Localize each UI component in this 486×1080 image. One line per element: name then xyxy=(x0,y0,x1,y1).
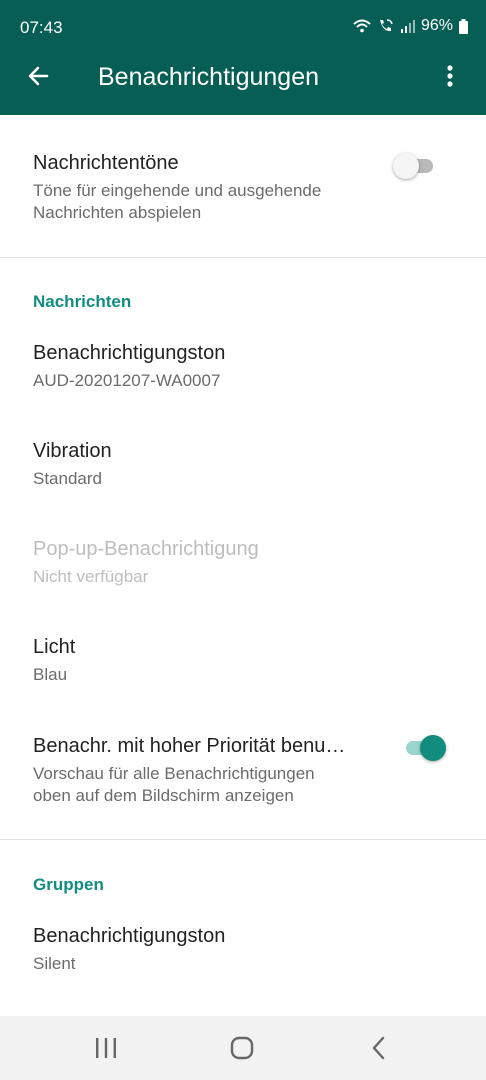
nav-back-button[interactable] xyxy=(363,1034,393,1062)
groups-notification-tone-setting[interactable]: Benachrichtigungston Silent xyxy=(0,913,486,993)
home-button[interactable] xyxy=(227,1034,257,1062)
status-icons: 96% xyxy=(353,17,468,35)
vibration-value: Standard xyxy=(33,469,102,488)
high-priority-setting[interactable]: Benachr. mit hoher Priorität benu… Vorsc… xyxy=(0,723,486,818)
vibration-setting[interactable]: Vibration Standard xyxy=(0,428,486,508)
popup-notification-title: Pop-up-Benachrichtigung xyxy=(33,538,259,560)
conversation-tones-title: Nachrichtentöne xyxy=(33,152,179,174)
wifi-call-icon xyxy=(379,19,393,32)
conversation-tones-subtitle: Töne für eingehende und ausgehende Nachr… xyxy=(33,180,321,224)
status-time: 07:43 xyxy=(20,18,63,37)
status-bar: 07:43 96% xyxy=(0,0,486,40)
conversation-tones-setting[interactable]: Nachrichtentöne Töne für eingehende und … xyxy=(0,140,486,240)
messages-notification-tone-title: Benachrichtigungston xyxy=(33,342,226,364)
recents-icon xyxy=(96,1038,116,1058)
conversation-tones-subtitle-line1: Töne für eingehende und ausgehende xyxy=(33,181,322,200)
section-divider xyxy=(0,257,486,258)
messages-notification-tone-setting[interactable]: Benachrichtigungston AUD-20201207-WA0007 xyxy=(0,330,486,410)
conversation-tones-toggle[interactable] xyxy=(393,152,437,180)
toggle-knob xyxy=(393,153,419,179)
high-priority-subtitle-line1: Vorschau für alle Benachrichtigungen xyxy=(33,764,315,783)
popup-notification-setting: Pop-up-Benachrichtigung Nicht verfügbar xyxy=(0,526,486,606)
arrow-back-icon xyxy=(28,66,49,86)
high-priority-subtitle-line2: oben auf dem Bildschirm anzeigen xyxy=(33,786,294,805)
light-title: Licht xyxy=(33,636,76,658)
nav-back-icon xyxy=(372,1036,385,1060)
back-button[interactable] xyxy=(20,58,56,94)
light-setting[interactable]: Licht Blau xyxy=(0,624,486,704)
battery-percent: 96% xyxy=(420,17,453,34)
groups-notification-tone-title: Benachrichtigungston xyxy=(33,925,226,947)
high-priority-title: Benachr. mit hoher Priorität benu… xyxy=(33,735,346,757)
battery-icon xyxy=(459,18,468,34)
popup-notification-value: Nicht verfügbar xyxy=(33,567,149,586)
groups-section-header: Gruppen xyxy=(33,875,104,894)
more-options-button[interactable] xyxy=(432,58,468,94)
section-divider xyxy=(0,839,486,840)
app-bar: Benachrichtigungen xyxy=(0,40,486,115)
wifi-icon xyxy=(353,19,371,33)
vibration-title: Vibration xyxy=(33,440,112,462)
toggle-knob xyxy=(420,735,446,761)
messages-section-header: Nachrichten xyxy=(33,292,132,311)
recents-button[interactable] xyxy=(91,1034,121,1062)
signal-icon xyxy=(400,20,415,33)
groups-notification-tone-value: Silent xyxy=(33,954,76,973)
more-vert-icon xyxy=(447,65,453,87)
messages-notification-tone-value: AUD-20201207-WA0007 xyxy=(33,371,221,390)
light-value: Blau xyxy=(33,665,68,684)
page-title: Benachrichtigungen xyxy=(98,63,319,91)
high-priority-toggle[interactable] xyxy=(402,734,446,762)
high-priority-subtitle: Vorschau für alle Benachrichtigungen obe… xyxy=(33,763,315,807)
system-navigation-bar xyxy=(0,1016,486,1080)
conversation-tones-subtitle-line2: Nachrichten abspielen xyxy=(33,203,202,222)
home-icon xyxy=(230,1036,254,1060)
